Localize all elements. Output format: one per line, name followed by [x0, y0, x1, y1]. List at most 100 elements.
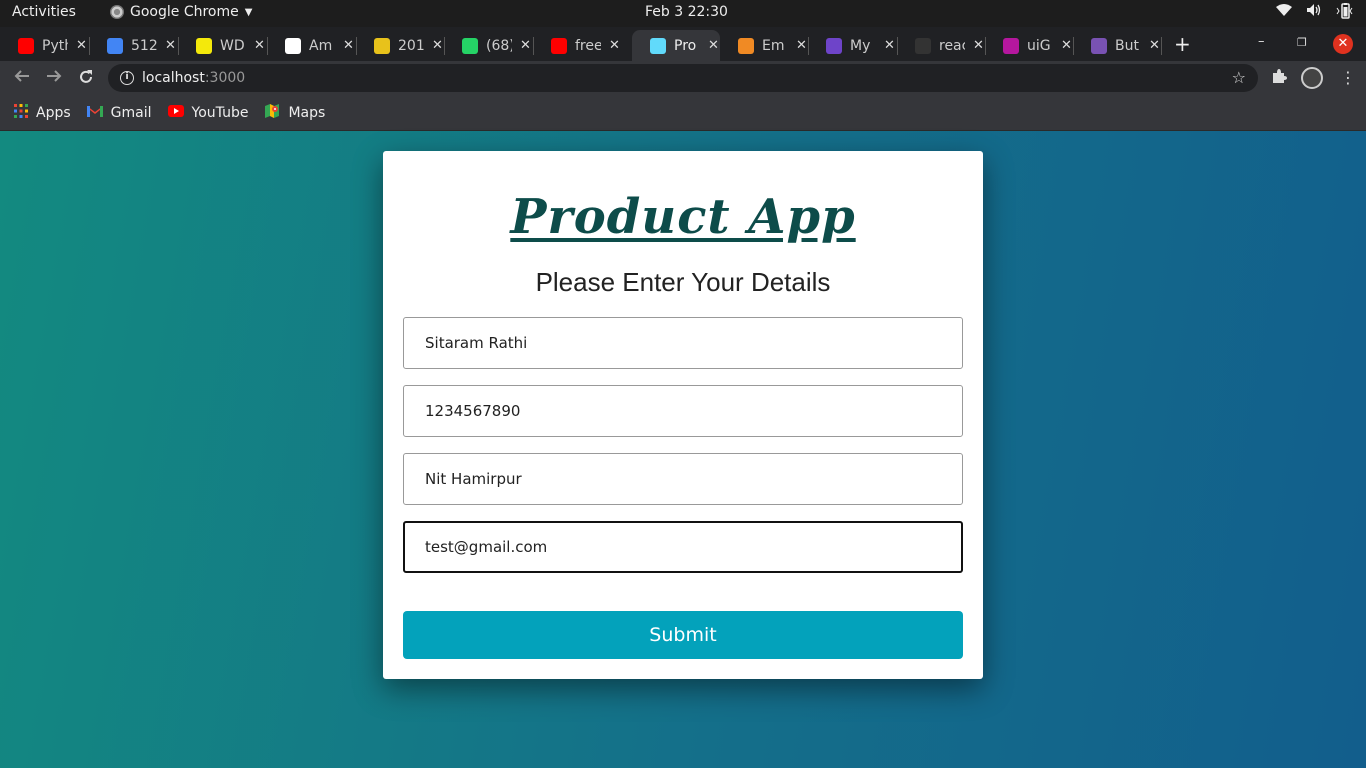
restore-icon[interactable]: ❐ — [1297, 36, 1307, 49]
close-tab-icon[interactable]: ✕ — [1061, 38, 1072, 53]
tab-title: reac — [939, 37, 965, 54]
college-input[interactable] — [403, 453, 963, 505]
close-tab-icon[interactable]: ✕ — [343, 38, 354, 53]
tab-title: Pro — [674, 37, 697, 54]
details-form-card: Product App Please Enter Your Details Su… — [383, 151, 983, 679]
form-subtitle: Please Enter Your Details — [535, 267, 831, 297]
tab-title: Em — [762, 37, 785, 54]
submit-button[interactable]: Submit — [403, 611, 963, 659]
battery-icon[interactable] — [1336, 3, 1354, 23]
tab-title: My — [850, 37, 871, 54]
tab-strip: + – ❐ Pyth✕512✕WD✕Am✕201✕(68)✕free✕Pro✕E… — [0, 27, 1366, 61]
close-tab-icon[interactable]: ✕ — [609, 38, 620, 53]
caret-down-icon: ▼ — [244, 6, 253, 18]
browser-tab[interactable]: Pro ✕ — [632, 30, 720, 61]
browser-tab[interactable]: 201 ✕ — [356, 30, 444, 61]
ember-icon — [738, 37, 754, 54]
url-port: :3000 — [204, 70, 246, 86]
address-bar[interactable]: i localhost:3000 ☆ — [108, 64, 1258, 92]
tab-title: (68) — [486, 37, 512, 54]
youtube-icon — [167, 104, 184, 121]
bookmark-star-icon[interactable]: ☆ — [1232, 68, 1246, 87]
react-icon — [650, 37, 666, 54]
bookmark-label: Maps — [288, 104, 326, 121]
close-tab-icon[interactable]: ✕ — [884, 38, 895, 53]
close-tab-icon[interactable]: ✕ — [973, 38, 984, 53]
browser-toolbar: i localhost:3000 ☆ ⋮ — [0, 61, 1366, 95]
browser-tab[interactable]: Pyth ✕ — [0, 30, 89, 61]
close-tab-icon[interactable]: ✕ — [520, 38, 531, 53]
bookmark-label: Gmail — [110, 104, 152, 121]
name-input[interactable] — [403, 317, 963, 369]
github-icon — [915, 37, 931, 54]
phone-input[interactable] — [403, 385, 963, 437]
browser-tab[interactable]: 512 ✕ — [89, 30, 178, 61]
volume-icon[interactable] — [1306, 3, 1322, 23]
bookmark-gmail[interactable]: Gmail — [86, 104, 152, 121]
app-title: Product App — [510, 189, 856, 245]
extensions-puzzle-icon[interactable] — [1271, 68, 1287, 88]
browser-tab[interactable]: WD ✕ — [178, 30, 267, 61]
chrome-icon — [110, 5, 124, 19]
wifi-icon[interactable] — [1276, 3, 1292, 23]
amazon-icon — [285, 37, 301, 54]
close-tab-icon[interactable]: ✕ — [708, 38, 719, 53]
bookmark-maps[interactable]: Maps — [264, 103, 325, 123]
tab-title: free — [575, 37, 601, 54]
bookmarks-bar: Apps Gmail YouTube Maps — [0, 95, 1366, 131]
bootstrap-icon — [1091, 37, 1107, 54]
url-host: localhost — [142, 70, 205, 86]
menu-kebab-icon[interactable]: ⋮ — [1340, 68, 1356, 87]
close-tab-icon[interactable]: ✕ — [432, 38, 443, 53]
tab-title: 201 — [398, 37, 424, 54]
app-menu-label: Google Chrome — [130, 4, 239, 20]
my-icon — [826, 37, 842, 54]
gmail-icon — [86, 105, 103, 121]
back-arrow-icon[interactable] — [13, 68, 31, 89]
close-window-button[interactable]: ✕ — [1333, 34, 1353, 54]
browser-tab[interactable]: Em ✕ — [720, 30, 808, 61]
forward-arrow-icon[interactable] — [45, 68, 63, 89]
system-top-bar: Activities Google Chrome ▼ Feb 3 22:30 — [0, 0, 1366, 27]
tab-title: Pyth — [42, 37, 68, 54]
app-menu[interactable]: Google Chrome ▼ — [110, 4, 252, 20]
clock[interactable]: Feb 3 22:30 — [645, 4, 728, 20]
lemon-icon — [374, 37, 390, 54]
profile-avatar[interactable] — [1301, 67, 1323, 89]
bookmark-apps[interactable]: Apps — [14, 103, 71, 122]
activities-button[interactable]: Activities — [12, 4, 76, 20]
browser-tab[interactable]: free ✕ — [533, 30, 632, 61]
browser-tab[interactable]: Am ✕ — [267, 30, 356, 61]
tab-title: 512 — [131, 37, 157, 54]
google-icon — [107, 37, 123, 54]
page-background: Product App Please Enter Your Details Su… — [0, 131, 1366, 768]
browser-tab[interactable]: (68) ✕ — [444, 30, 533, 61]
close-tab-icon[interactable]: ✕ — [76, 38, 87, 53]
close-tab-icon[interactable]: ✕ — [796, 38, 807, 53]
site-info-icon[interactable]: i — [120, 71, 134, 85]
bookmark-label: Apps — [36, 104, 71, 121]
close-tab-icon[interactable]: ✕ — [254, 38, 265, 53]
youtube-icon — [18, 37, 34, 54]
email-input[interactable] — [403, 521, 963, 573]
tab-title: But — [1115, 37, 1139, 54]
close-tab-icon[interactable]: ✕ — [1149, 38, 1160, 53]
close-tab-icon[interactable]: ✕ — [165, 38, 176, 53]
tab-title: WD — [220, 37, 245, 54]
bookmark-youtube[interactable]: YouTube — [167, 104, 249, 121]
system-tray[interactable] — [1276, 3, 1354, 23]
browser-tab[interactable]: But ✕ — [1073, 30, 1161, 61]
whatsapp-icon — [462, 37, 478, 54]
tab-title: uiG — [1027, 37, 1051, 54]
browser-tab[interactable]: uiG ✕ — [985, 30, 1073, 61]
browser-tab[interactable]: reac ✕ — [897, 30, 985, 61]
reload-icon[interactable] — [77, 68, 95, 91]
new-tab-button[interactable]: + — [1174, 32, 1191, 56]
browser-tab[interactable]: My ✕ — [808, 30, 897, 61]
youtube-icon — [551, 37, 567, 54]
maps-icon — [264, 103, 280, 123]
tab-separator — [1161, 37, 1162, 55]
bookmark-label: YouTube — [191, 104, 249, 121]
apps-grid-icon — [14, 103, 28, 122]
minimize-icon[interactable]: – — [1258, 34, 1265, 49]
